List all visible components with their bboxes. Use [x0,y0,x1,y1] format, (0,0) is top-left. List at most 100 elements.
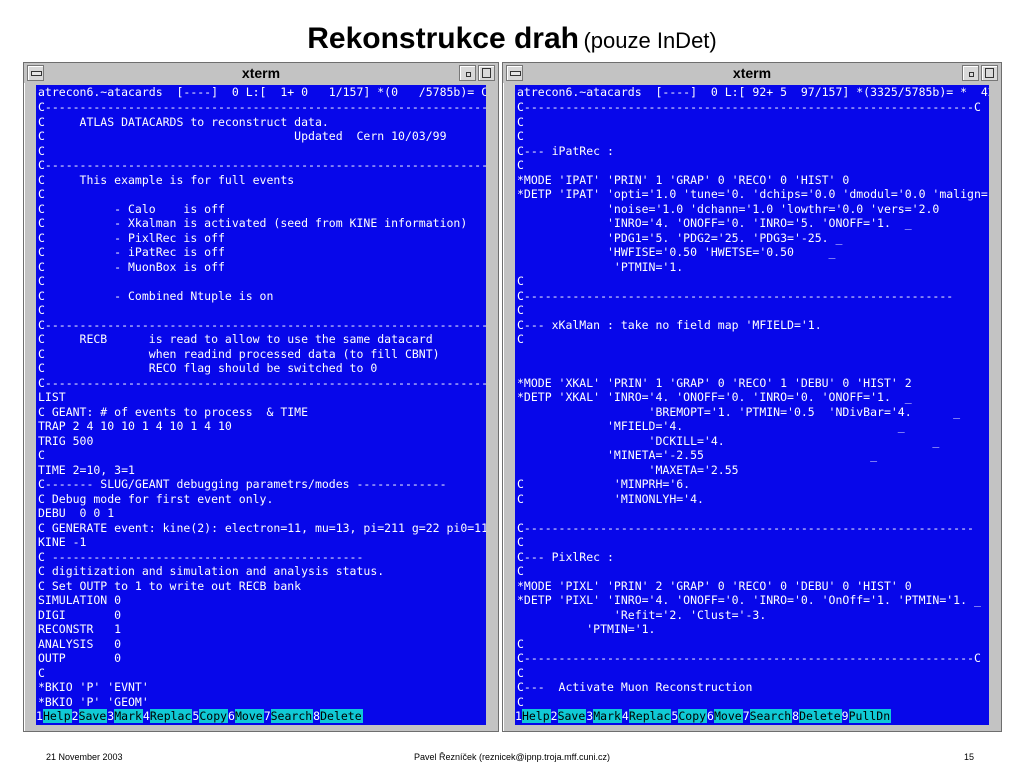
editor-line[interactable]: *DETP 'IPAT' 'opti='1.0 'tune='0. 'dchip… [515,187,989,202]
editor-line[interactable]: C---------------------------------------… [515,651,989,666]
editor-line[interactable]: C [515,274,989,289]
function-key-button[interactable]: 5Copy [192,708,229,723]
editor-line[interactable]: C [515,115,989,130]
minimize-icon[interactable] [962,65,979,81]
editor-line[interactable]: C [515,158,989,173]
editor-line[interactable]: C--- PixlRec : [515,550,989,565]
editor-line[interactable]: SIMULATION 0 [36,593,486,608]
editor-line[interactable]: 'INRO='4. 'ONOFF='0. 'INRO='5. 'ONOFF='1… [515,216,989,231]
function-key-button[interactable]: 7Search [263,708,314,723]
function-key-button[interactable]: 4Replac [621,708,672,723]
editor-line[interactable]: C [515,637,989,652]
editor-line[interactable]: *MODE 'PIXL' 'PRIN' 2 'GRAP' 0 'RECO' 0 … [515,579,989,594]
editor-line[interactable]: C [515,129,989,144]
editor-line[interactable]: 'DCKILL='4. _ [515,434,989,449]
editor-line[interactable]: C - PixlRec is off C [36,231,486,246]
editor-line[interactable]: C---------------------------------------… [36,158,486,173]
terminal-editor[interactable]: atrecon6.~atacards [----] 0 L:[ 92+ 5 97… [515,85,989,725]
editor-line[interactable]: C This example is for full events C [36,173,486,188]
editor-line[interactable]: C---------------------------------------… [515,521,989,536]
editor-line[interactable]: C ATLAS DATACARDS to reconstruct data. C [36,115,486,130]
editor-line[interactable]: C [36,448,486,463]
editor-line[interactable]: C 'MINONLYH='4. [515,492,989,507]
minimize-icon[interactable] [459,65,476,81]
editor-line[interactable]: C - Calo is off C [36,202,486,217]
function-key-button[interactable]: 2Save [550,708,587,723]
editor-line[interactable]: 'noise='1.0 'dchann='1.0 'lowthr='0.0 'v… [515,202,989,217]
editor-line[interactable]: C--- iPatRec : [515,144,989,159]
editor-line[interactable]: C---------------------------------------… [515,289,989,304]
editor-line[interactable]: C---------------------------------------… [36,318,486,333]
editor-line[interactable]: C [515,535,989,550]
editor-line[interactable]: C --------------------------------------… [36,550,486,565]
editor-line[interactable]: C [515,666,989,681]
editor-line[interactable]: C C [36,187,486,202]
editor-line[interactable]: C - Combined Ntuple is on C [36,289,486,304]
window-menu-icon[interactable] [27,65,44,81]
editor-line[interactable]: KINE -1 [36,535,486,550]
editor-line[interactable] [515,506,989,521]
editor-line[interactable]: TRIG 500 [36,434,486,449]
editor-line[interactable]: C--- xKalMan : take no field map 'MFIELD… [515,318,989,333]
function-key-button[interactable]: 3Mark [107,708,143,723]
editor-line[interactable]: 'MINETA='-2.55 _ [515,448,989,463]
function-key-button[interactable]: 6Move [228,708,264,723]
editor-line[interactable]: 'PDG1='5. 'PDG2='25. 'PDG3='-25. _ [515,231,989,246]
editor-line[interactable]: C---------------------------------------… [36,376,486,391]
function-key-button[interactable]: 3Mark [586,708,622,723]
editor-line[interactable]: ANALYSIS 0 [36,637,486,652]
editor-line[interactable]: OUTP 0 [36,651,486,666]
editor-line[interactable]: C 'MINPRH='6. [515,477,989,492]
editor-line[interactable]: C Debug mode for first event only. [36,492,486,507]
function-key-button[interactable]: 1Help [515,708,551,723]
editor-line[interactable]: C C [36,274,486,289]
maximize-icon[interactable] [981,65,998,81]
editor-line[interactable]: C - iPatRec is off C [36,245,486,260]
function-key-button[interactable]: 5Copy [671,708,708,723]
editor-line[interactable]: C RECB is read to allow to use the same … [36,332,486,347]
window-titlebar[interactable]: xterm [24,63,498,83]
function-key-button[interactable]: 2Save [71,708,108,723]
editor-line[interactable]: C Updated Cern 10/03/99 C [36,129,486,144]
editor-line[interactable]: DEBU 0 0 1 [36,506,486,521]
function-key-button[interactable]: 4Replac [142,708,193,723]
xterm-window-right[interactable]: xterm atrecon6.~atacards [----] 0 L:[ 92… [502,62,1002,732]
editor-line[interactable] [515,361,989,376]
editor-line[interactable]: C digitization and simulation and analys… [36,564,486,579]
terminal-editor[interactable]: atrecon6.~atacards [----] 0 L:[ 1+ 0 1/1… [36,85,486,725]
editor-line[interactable]: C [515,303,989,318]
editor-line[interactable]: C--- Activate Muon Reconstruction [515,680,989,695]
editor-line[interactable]: C C [36,144,486,159]
editor-line[interactable]: *MODE 'IPAT' 'PRIN' 1 'GRAP' 0 'RECO' 0 … [515,173,989,188]
editor-line[interactable]: 'BREMOPT='1. 'PTMIN='0.5 'NDivBar='4. _ [515,405,989,420]
editor-line[interactable]: 'Refit='2. 'Clust='-3. [515,608,989,623]
editor-line[interactable]: C - Xkalman is activated (seed from KINE… [36,216,486,231]
editor-line[interactable]: C------- SLUG/GEANT debugging parametrs/… [36,477,486,492]
editor-line[interactable]: C RECO flag should be switched to 0 C [36,361,486,376]
editor-line[interactable] [515,347,989,362]
editor-line[interactable]: 'PTMIN='1. [515,260,989,275]
editor-line[interactable]: C GEANT: # of events to process & TIME [36,405,486,420]
editor-line[interactable]: C when readind processed data (to fill C… [36,347,486,362]
editor-line[interactable]: C C [36,303,486,318]
editor-line[interactable]: C GENERATE event: kine(2): electron=11, … [36,521,486,536]
editor-line[interactable]: C Set OUTP to 1 to write out RECB bank [36,579,486,594]
editor-line[interactable]: LIST [36,390,486,405]
window-titlebar[interactable]: xterm [503,63,1001,83]
xterm-window-left[interactable]: xterm atrecon6.~atacards [----] 0 L:[ 1+… [23,62,499,732]
editor-line[interactable]: 'MFIELD='4. _ [515,419,989,434]
maximize-icon[interactable] [478,65,495,81]
editor-line[interactable]: C---------------------------------------… [36,100,486,115]
editor-line[interactable]: *BKIO 'P' 'EVNT' [36,680,486,695]
function-key-button[interactable]: 6Move [707,708,743,723]
editor-line[interactable]: C - MuonBox is off C [36,260,486,275]
editor-line[interactable]: C---------------------------------------… [515,100,989,115]
editor-line[interactable]: C [36,666,486,681]
function-key-button[interactable]: 8Delete [792,708,842,723]
editor-line[interactable]: C [515,332,989,347]
editor-line[interactable]: *DETP 'PIXL' 'INRO='4. 'ONOFF='0. 'INRO=… [515,593,989,608]
editor-line[interactable]: DIGI 0 [36,608,486,623]
editor-line[interactable]: TIME 2=10, 3=1 [36,463,486,478]
function-key-button[interactable]: 7Search [742,708,793,723]
window-menu-icon[interactable] [506,65,523,81]
